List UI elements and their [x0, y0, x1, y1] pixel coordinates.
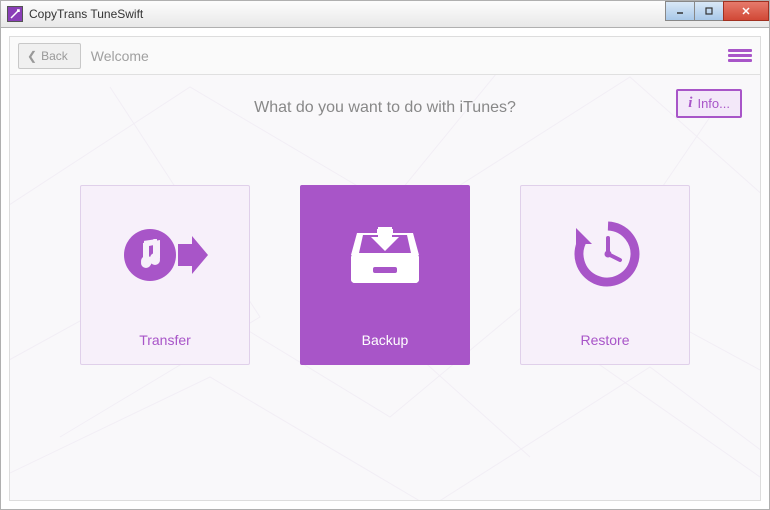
- minimize-button[interactable]: [665, 1, 695, 21]
- window-title: CopyTrans TuneSwift: [29, 7, 666, 21]
- restore-tile[interactable]: Restore: [520, 185, 690, 365]
- window-frame: ❮ Back Welcome i Info... What do you wan…: [0, 28, 770, 510]
- page-title: Welcome: [91, 48, 149, 64]
- header-bar: ❮ Back Welcome: [10, 37, 760, 75]
- info-button-label: Info...: [697, 96, 730, 111]
- maximize-button[interactable]: [694, 1, 724, 21]
- backup-icon: [345, 186, 425, 324]
- info-icon: i: [688, 95, 692, 112]
- info-button[interactable]: i Info...: [676, 89, 742, 118]
- main-content: i Info... What do you want to do with iT…: [10, 75, 760, 500]
- backup-label: Backup: [362, 332, 409, 348]
- menu-button[interactable]: [728, 46, 752, 66]
- window-controls: [666, 1, 769, 27]
- chevron-left-icon: ❮: [27, 49, 37, 63]
- content-area: ❮ Back Welcome i Info... What do you wan…: [9, 36, 761, 501]
- action-tiles: Transfer: [34, 185, 736, 365]
- restore-label: Restore: [580, 332, 629, 348]
- back-button[interactable]: ❮ Back: [18, 43, 81, 69]
- app-icon: [7, 6, 23, 22]
- window-titlebar: CopyTrans TuneSwift: [0, 0, 770, 28]
- restore-icon: [568, 186, 642, 324]
- back-button-label: Back: [41, 49, 68, 63]
- close-button[interactable]: [723, 1, 769, 21]
- backup-tile[interactable]: Backup: [300, 185, 470, 365]
- hamburger-icon: [728, 49, 752, 52]
- transfer-tile[interactable]: Transfer: [80, 185, 250, 365]
- prompt-text: What do you want to do with iTunes?: [34, 99, 736, 117]
- transfer-icon: [120, 186, 210, 324]
- transfer-label: Transfer: [139, 332, 191, 348]
